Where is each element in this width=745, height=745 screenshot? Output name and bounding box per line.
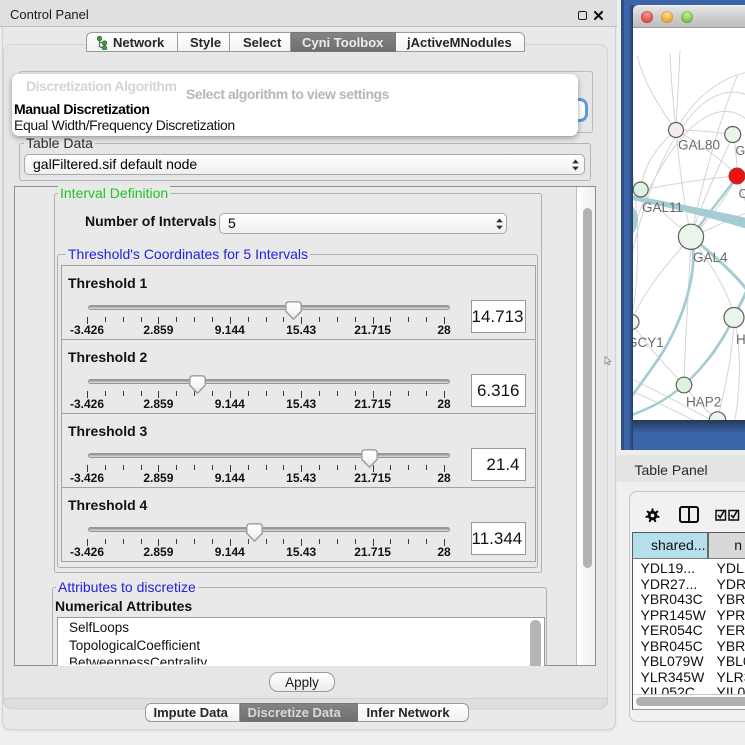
svg-text:GA: GA	[736, 144, 745, 158]
svg-text:C: C	[739, 187, 745, 201]
svg-text:GAL80: GAL80	[678, 138, 720, 153]
svg-text:HAP2: HAP2	[686, 394, 721, 409]
svg-text:GAL11: GAL11	[642, 200, 683, 215]
svg-text:GAL4: GAL4	[693, 250, 728, 265]
svg-text:H: H	[736, 332, 745, 347]
svg-text:GCY1: GCY1	[633, 335, 664, 350]
